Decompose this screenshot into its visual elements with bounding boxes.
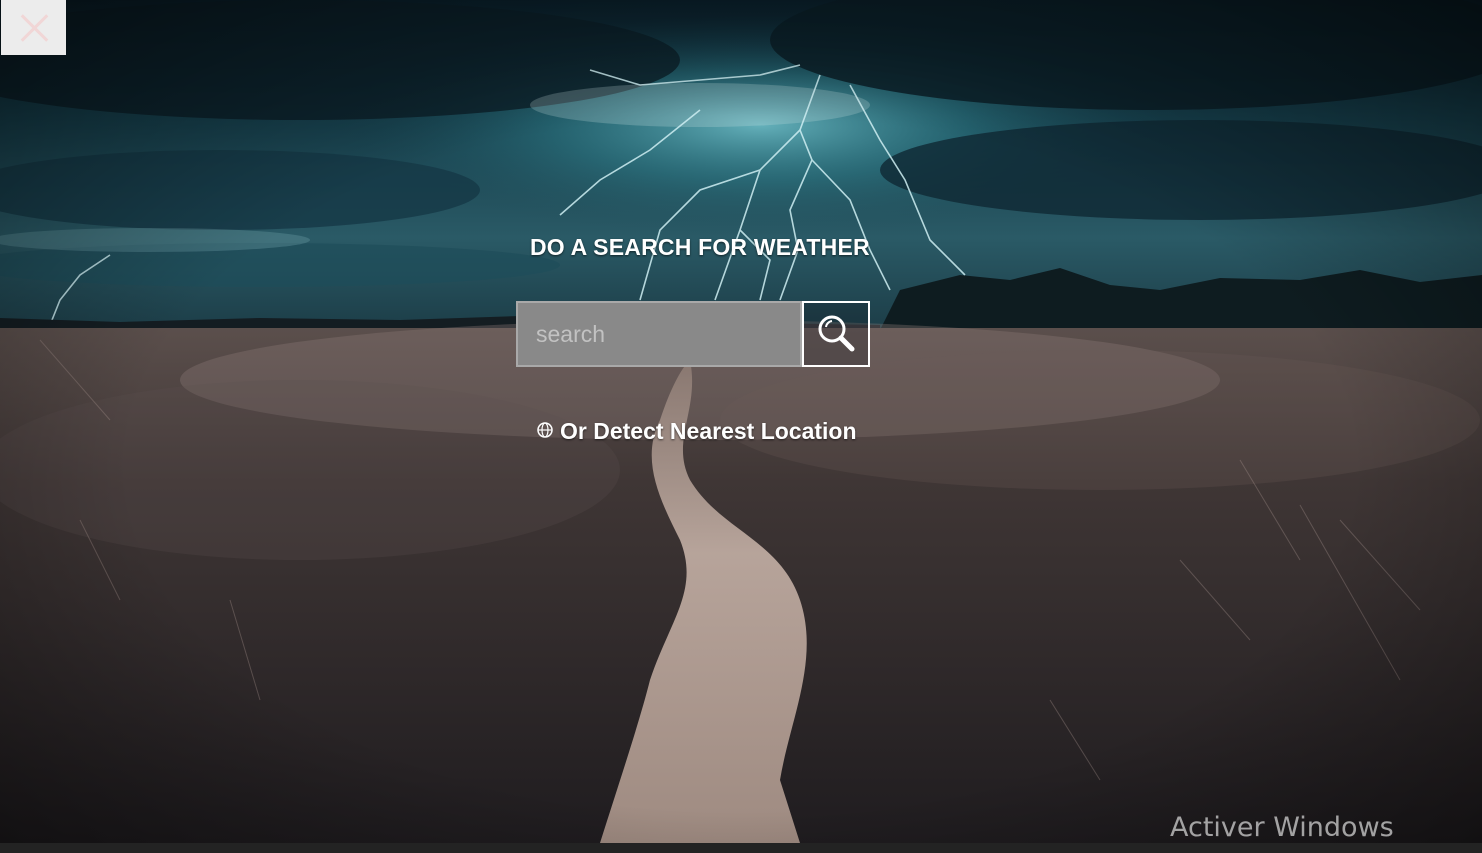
bottom-bar [0, 843, 1482, 853]
globe-icon [536, 418, 554, 445]
magnifier-icon [814, 311, 858, 358]
weather-app-window: DO A SEARCH FOR WEATHER Or Detect Neares… [0, 0, 1482, 853]
detect-location-link[interactable]: Or Detect Nearest Location [536, 418, 857, 445]
close-icon [16, 10, 52, 46]
search-bar [516, 301, 870, 367]
close-button[interactable] [1, 0, 66, 55]
page-heading: DO A SEARCH FOR WEATHER [530, 234, 870, 260]
search-button[interactable] [802, 301, 870, 367]
search-input[interactable] [516, 301, 802, 367]
detect-location-label: Or Detect Nearest Location [560, 418, 857, 444]
activation-watermark: Activer Windows [1170, 812, 1394, 843]
